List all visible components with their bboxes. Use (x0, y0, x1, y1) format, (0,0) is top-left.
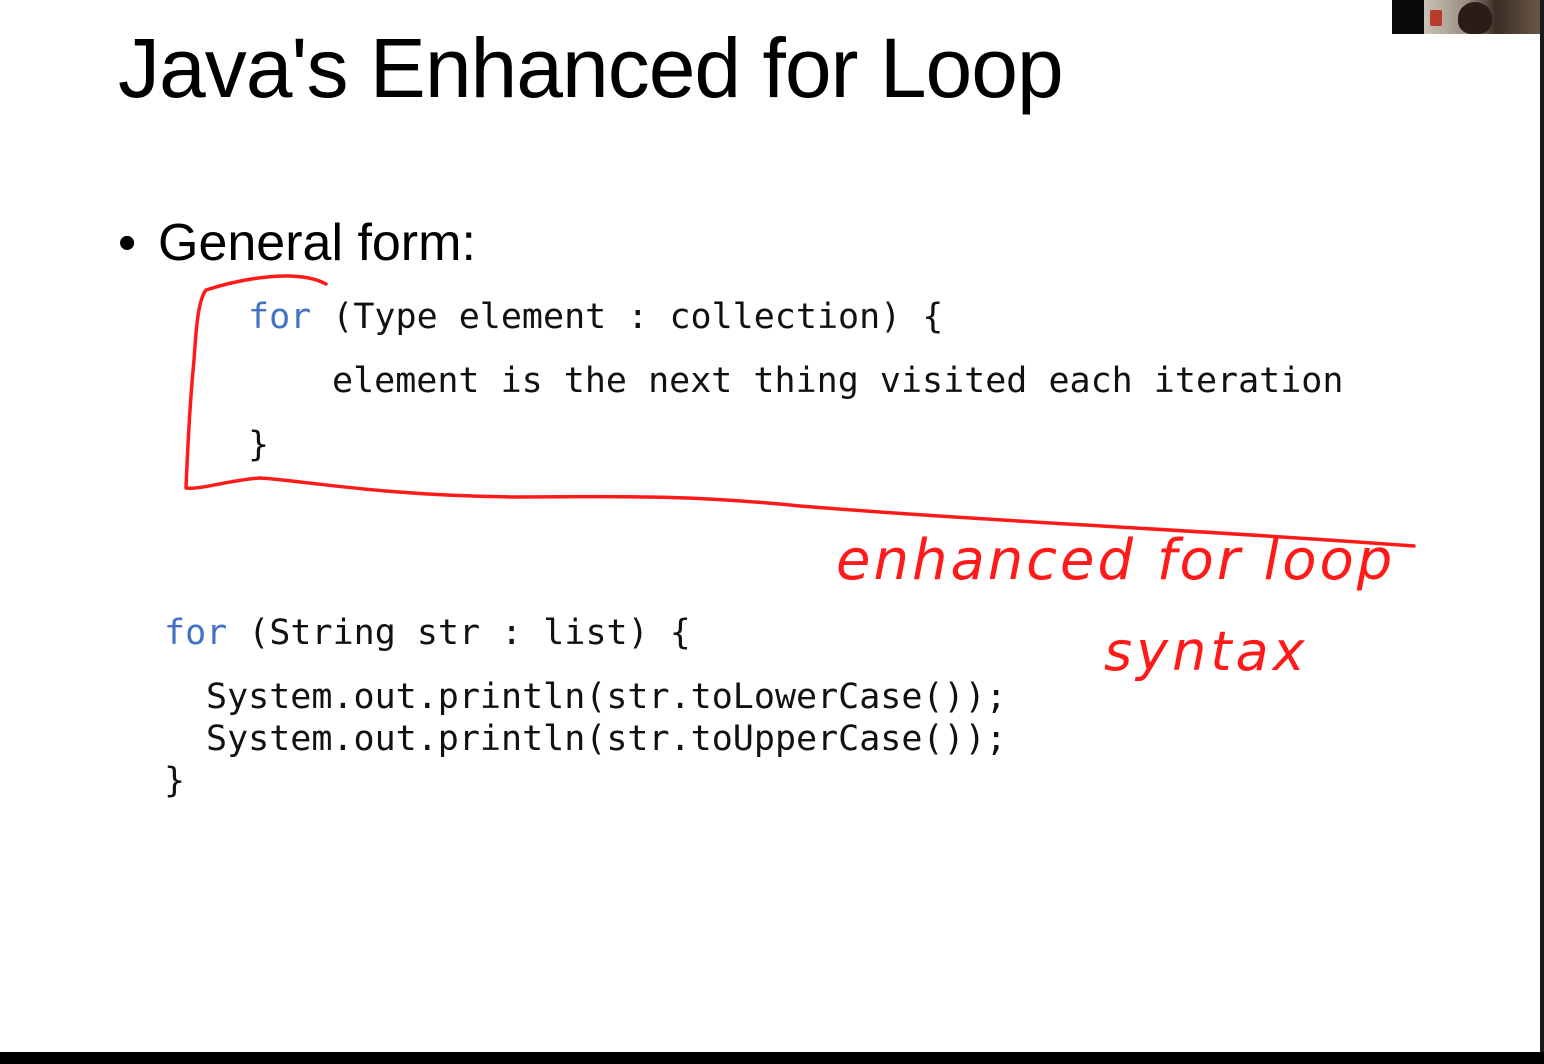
ink-annotation-syntax: syntax (1104, 620, 1309, 683)
ink-annotation-enhanced-for-loop: enhanced for loop (836, 528, 1396, 593)
bottom-bar (0, 1052, 1544, 1064)
mug-icon (1430, 10, 1442, 26)
slide-canvas: Java's Enhanced for Loop • General form: … (0, 0, 1544, 1064)
ink-bracket (184, 274, 1416, 548)
window-edge (1540, 0, 1544, 1064)
webcam-thumbnail (1392, 0, 1544, 34)
presenter-avatar (1458, 2, 1492, 34)
